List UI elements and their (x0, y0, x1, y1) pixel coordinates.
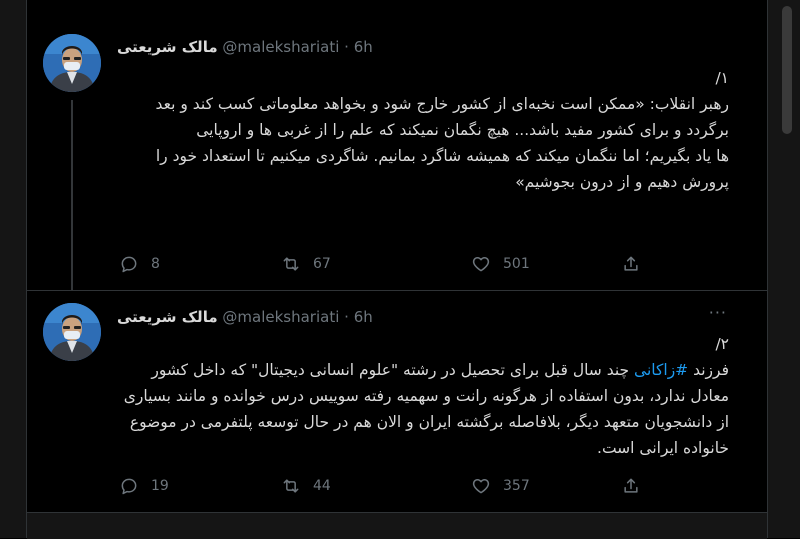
tweet-header: مالک شریعتی @malekshariati · 6h (117, 307, 767, 327)
header-separator: · (344, 38, 349, 56)
like-count: 357 (503, 478, 530, 494)
tweet-text-segment: فرزند (688, 361, 729, 379)
retweet-button[interactable]: 67 (281, 252, 331, 276)
more-options-button[interactable]: ··· (709, 303, 727, 322)
reply-icon (121, 478, 137, 495)
reply-icon (121, 256, 137, 273)
heart-icon (472, 479, 490, 494)
reply-count: 8 (151, 256, 160, 272)
avatar[interactable] (43, 303, 101, 361)
like-button[interactable]: 357 (471, 474, 530, 498)
header-separator: · (344, 308, 349, 326)
tweet-actions: 8 67 501 (119, 252, 639, 276)
tweet-header: مالک شریعتی @malekshariati · 6h (117, 37, 767, 57)
tweet-line: فرزند #زاکانی چند سال قبل برای تحصیل در … (119, 357, 729, 461)
tweet-time[interactable]: 6h (354, 38, 373, 56)
scrollbar-thumb[interactable] (782, 6, 792, 134)
retweet-count: 67 (313, 256, 331, 272)
tweet-line: ۲/ (715, 335, 729, 353)
tweet-line: ۱/ (715, 69, 729, 87)
right-edge-panel (768, 0, 800, 538)
display-name[interactable]: مالک شریعتی (117, 308, 218, 326)
tweet-time[interactable]: 6h (354, 308, 373, 326)
tweet-1[interactable]: مالک شریعتی @malekshariati · 6h ۱/ رهبر … (27, 0, 767, 291)
twitter-timeline: مالک شریعتی @malekshariati · 6h ۱/ رهبر … (0, 0, 800, 539)
reply-count: 19 (151, 478, 169, 494)
retweet-button[interactable]: 44 (281, 474, 331, 498)
reply-button[interactable]: 19 (119, 474, 169, 498)
tweet-line: پرورش دهیم و از درون بجوشیم» (515, 173, 729, 191)
display-name[interactable]: مالک شریعتی (117, 38, 218, 56)
next-tweet-edge (27, 512, 767, 539)
avatar-image (43, 303, 101, 361)
like-button[interactable]: 501 (471, 252, 530, 276)
share-icon (624, 256, 638, 271)
hashtag-link[interactable]: #زاکانی (634, 361, 688, 379)
share-icon (624, 478, 638, 493)
reply-button[interactable]: 8 (119, 252, 160, 276)
tweet-actions: 19 44 357 (119, 474, 639, 498)
user-handle[interactable]: @malekshariati (222, 38, 339, 56)
left-edge-panel (0, 0, 26, 538)
tweet-line: رهبر انقلاب: «ممکن است نخبه‌ای از کشور خ… (155, 95, 730, 139)
tweet-line: ها یاد بگیریم؛ اما ننگمان میکند که همیشه… (155, 147, 729, 165)
retweet-count: 44 (313, 478, 331, 494)
retweet-icon (283, 479, 299, 493)
tweet-text: ۲/ فرزند #زاکانی چند سال قبل برای تحصیل … (119, 331, 729, 461)
share-button[interactable] (621, 252, 653, 276)
tweet-text: ۱/ رهبر انقلاب: «ممکن است نخبه‌ای از کشو… (119, 65, 730, 195)
tweet-2[interactable]: مالک شریعتی @malekshariati · 6h ··· ۲/ ف… (27, 291, 767, 511)
avatar[interactable] (43, 34, 101, 92)
like-count: 501 (503, 256, 530, 272)
share-button[interactable] (621, 474, 653, 498)
retweet-icon (283, 257, 299, 271)
thread-connector-line (71, 100, 73, 290)
heart-icon (472, 257, 490, 272)
avatar-image (43, 34, 101, 92)
user-handle[interactable]: @malekshariati (222, 308, 339, 326)
